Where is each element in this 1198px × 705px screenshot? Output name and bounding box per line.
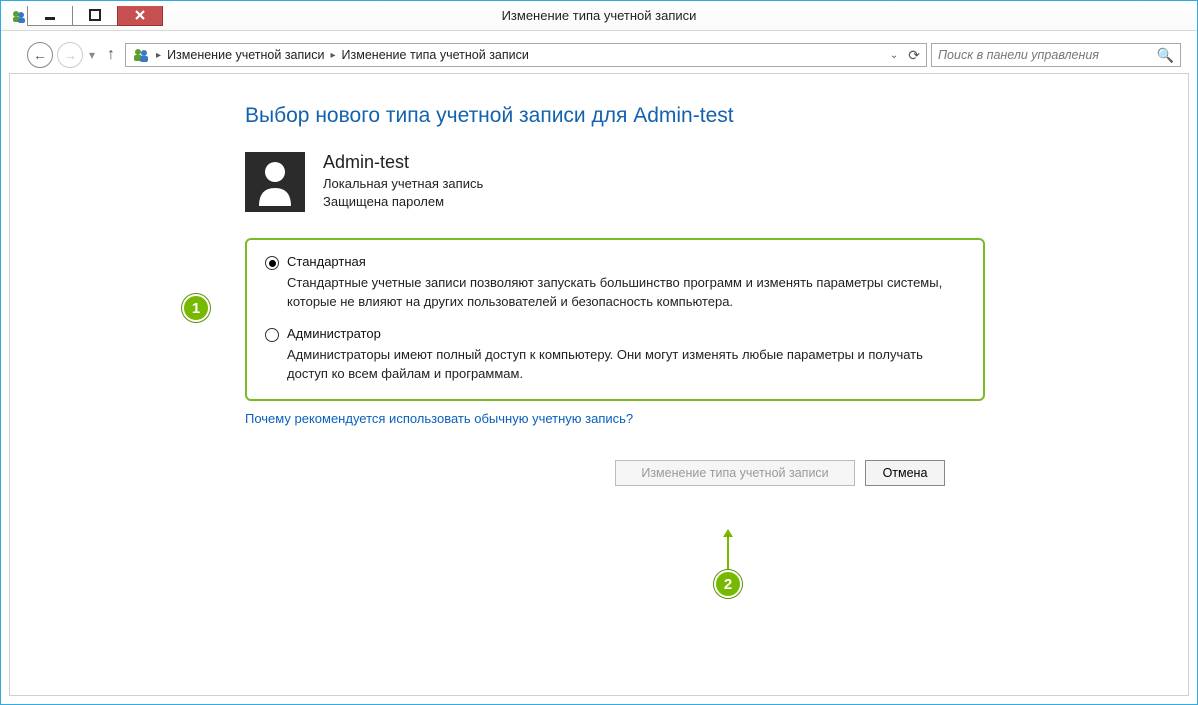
chevron-right-icon: ▸ — [331, 50, 336, 61]
breadcrumb: Изменение учетной записи ▸ Изменение тип… — [167, 48, 884, 62]
titlebar: Изменение типа учетной записи — [1, 1, 1197, 31]
avatar — [245, 152, 305, 212]
search-icon: 🔍 — [1157, 47, 1174, 64]
radio-description: Администраторы имеют полный доступ к ком… — [287, 346, 965, 384]
radio-icon — [265, 256, 279, 270]
cancel-button[interactable]: Отмена — [865, 460, 945, 486]
breadcrumb-item[interactable]: Изменение типа учетной записи — [342, 48, 529, 62]
callout-arrow — [727, 530, 729, 570]
account-type-options: Стандартная Стандартные учетные записи п… — [245, 238, 985, 401]
up-button[interactable]: ↑ — [107, 46, 115, 64]
radio-label: Стандартная — [287, 254, 366, 269]
user-summary: Admin-test Локальная учетная запись Защи… — [245, 152, 1148, 212]
page-title: Выбор нового типа учетной записи для Adm… — [245, 104, 1148, 128]
breadcrumb-item[interactable]: Изменение учетной записи — [167, 48, 324, 62]
callout-badge-2: 2 — [714, 570, 742, 598]
action-buttons: Изменение типа учетной записи Отмена — [615, 460, 1148, 486]
forward-button[interactable]: → — [57, 42, 83, 68]
radio-label: Администратор — [287, 326, 381, 341]
user-account-type: Локальная учетная запись — [323, 175, 483, 193]
callout-badge-1: 1 — [182, 294, 210, 322]
back-button[interactable]: ← — [27, 42, 53, 68]
chevron-down-icon[interactable]: ⌄ — [890, 50, 898, 61]
search-placeholder: Поиск в панели управления — [938, 48, 1157, 62]
search-input[interactable]: Поиск в панели управления 🔍 — [931, 43, 1181, 67]
app-icon — [11, 8, 27, 24]
radio-icon — [265, 328, 279, 342]
help-link[interactable]: Почему рекомендуется использовать обычну… — [245, 411, 1148, 426]
window-frame: Изменение типа учетной записи ← → ▾ ↑ ▸ … — [0, 0, 1198, 705]
toolbar: ← → ▾ ↑ ▸ Изменение учетной записи ▸ Изм… — [9, 39, 1189, 71]
window-controls — [27, 6, 167, 26]
minimize-button[interactable] — [27, 6, 73, 26]
close-button[interactable] — [117, 6, 163, 26]
user-password-status: Защищена паролем — [323, 193, 483, 211]
content-pane: Выбор нового типа учетной записи для Adm… — [9, 73, 1189, 696]
address-bar[interactable]: ▸ Изменение учетной записи ▸ Изменение т… — [125, 43, 927, 67]
radio-description: Стандартные учетные записи позволяют зап… — [287, 274, 965, 312]
radio-administrator[interactable]: Администратор — [265, 326, 965, 342]
chevron-right-icon: ▸ — [156, 50, 161, 61]
radio-standard[interactable]: Стандартная — [265, 254, 965, 270]
users-icon — [132, 46, 150, 64]
maximize-button[interactable] — [72, 6, 118, 26]
window-title: Изменение типа учетной записи — [1, 8, 1197, 23]
change-account-type-button[interactable]: Изменение типа учетной записи — [615, 460, 855, 486]
refresh-icon[interactable]: ⟳ — [908, 47, 920, 64]
history-dropdown-icon[interactable]: ▾ — [89, 48, 95, 62]
user-name: Admin-test — [323, 152, 483, 173]
